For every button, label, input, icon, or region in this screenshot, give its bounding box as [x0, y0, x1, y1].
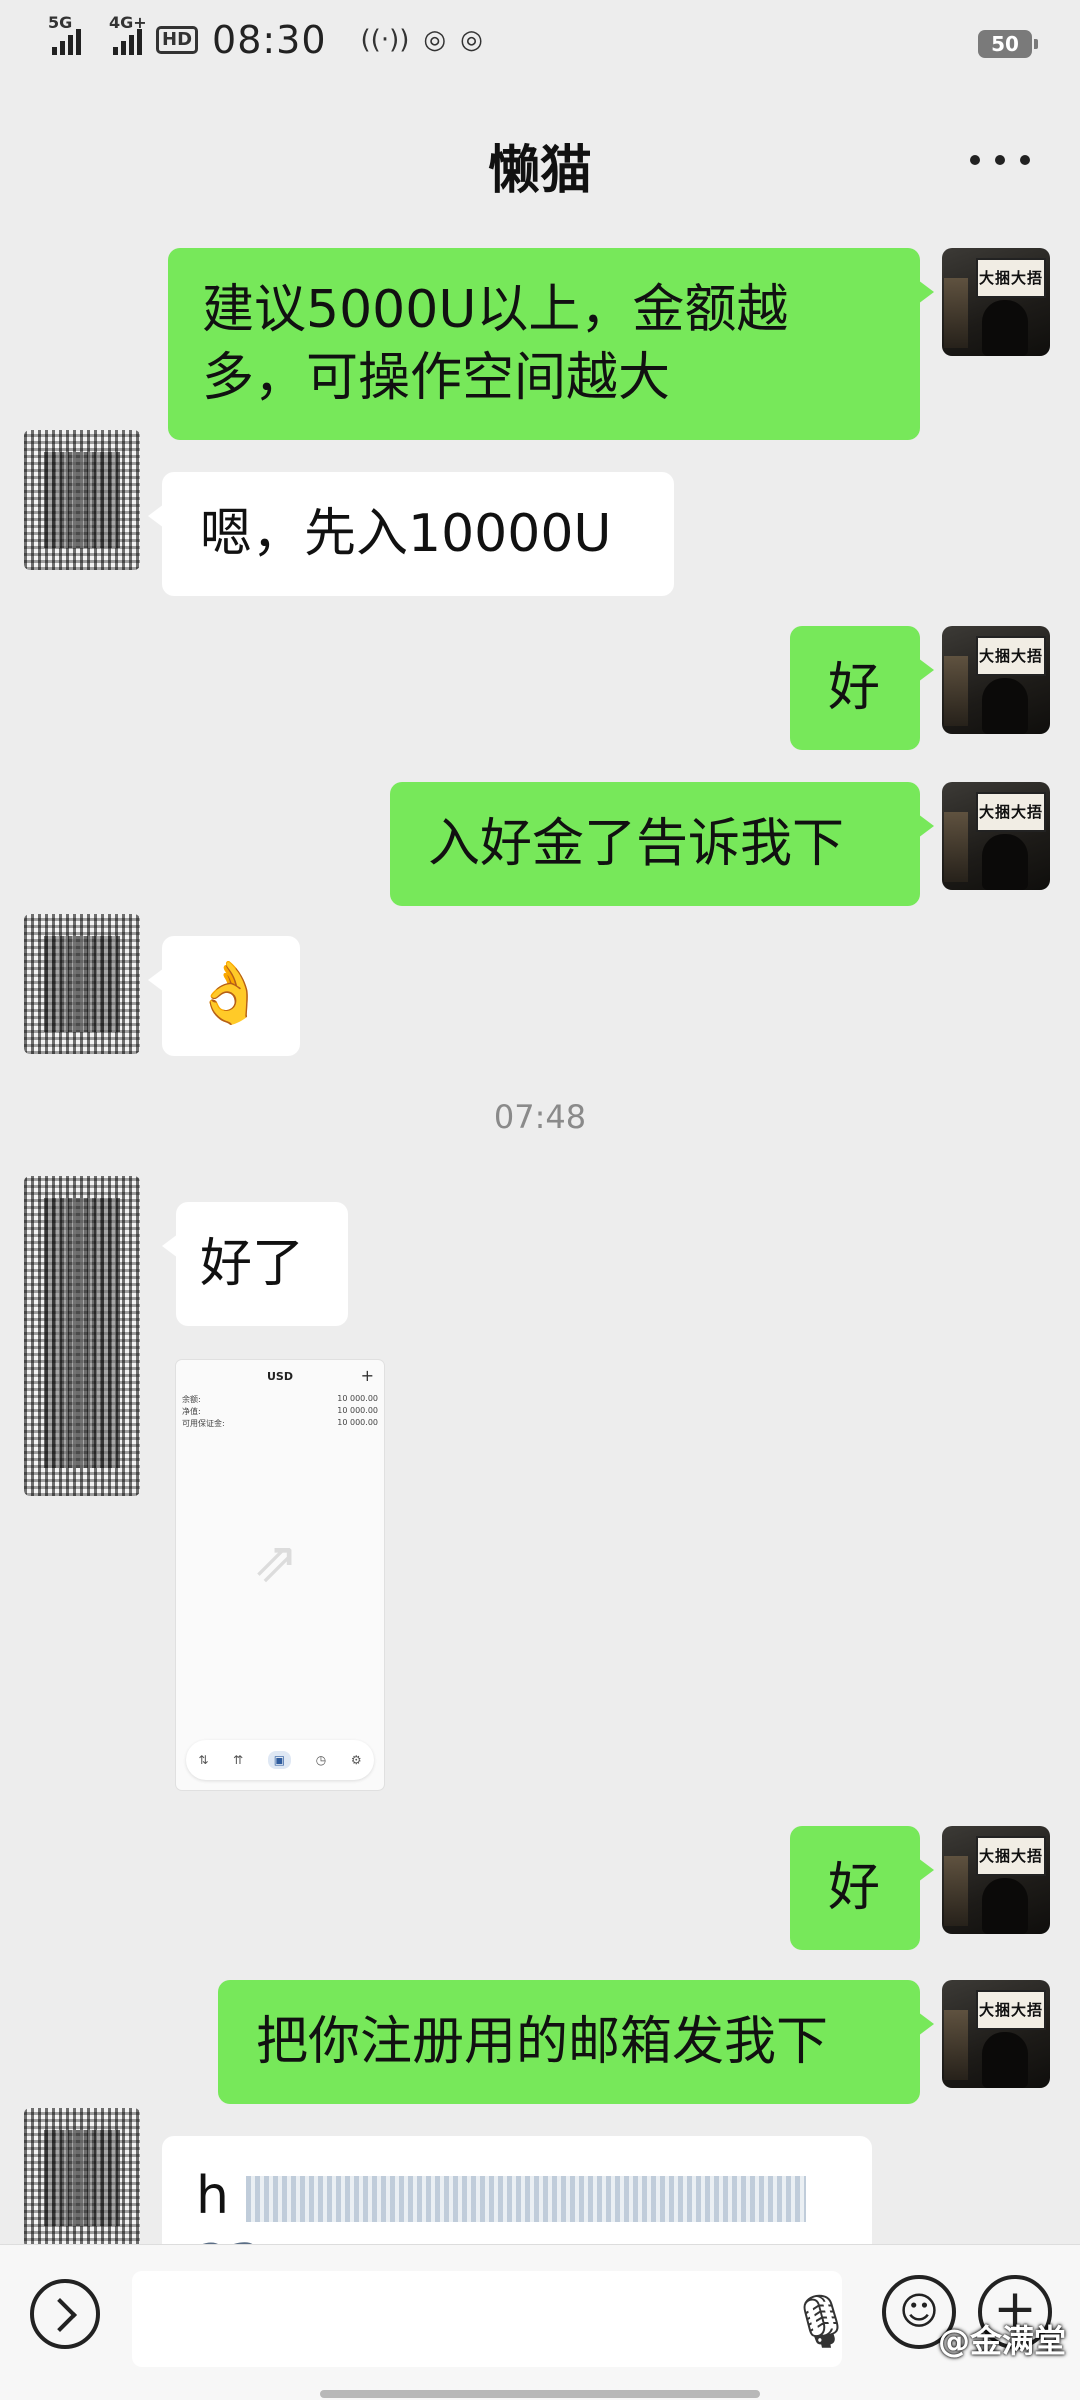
mic-icon[interactable]: 🎙 — [788, 2291, 854, 2352]
thumb-nav-icon: ◷ — [315, 1753, 327, 1767]
message-text: 好 — [828, 1858, 881, 1918]
chat-title: 懒猫 — [487, 141, 592, 201]
thumb-nav-icon: ⚙ — [350, 1753, 362, 1767]
thumb-row: 余额: 10 000.00 — [182, 1394, 378, 1404]
timestamp: 07:48 — [493, 1098, 587, 1136]
weibo-icon: ◎ — [423, 25, 447, 55]
avatar[interactable]: 大捆大捂 — [942, 626, 1050, 734]
avatar[interactable] — [24, 1176, 140, 1496]
message-bubble-in[interactable]: h 23 — [162, 2136, 872, 2244]
thumb-nav-icon: ⇅ — [198, 1753, 209, 1767]
avatar[interactable] — [24, 2108, 140, 2248]
avatar-banner-text: 大捆大捂 — [976, 1836, 1046, 1876]
hd-icon: HD — [156, 26, 199, 54]
watermark: @金满堂 — [937, 2322, 1066, 2360]
message-text: 好 — [828, 658, 881, 718]
thumb-nav-icon: ▣ — [267, 1751, 292, 1769]
ok-hand-emoji: 👌 — [192, 958, 267, 1028]
battery-icon: 50 — [978, 30, 1038, 58]
status-time: 08:30 — [212, 18, 327, 62]
message-text: 好了 — [200, 1234, 305, 1294]
message-bubble-in[interactable]: 好了 — [162, 1202, 348, 1326]
thumb-row: 净值: 10 000.00 — [182, 1406, 378, 1416]
nfc-icon: ((·)) — [360, 25, 410, 55]
message-bubble-out[interactable]: 建议5000U以上，金额越 多，可操作空间越大 — [168, 248, 934, 440]
home-indicator[interactable] — [320, 2390, 760, 2398]
message-text: 嗯，先入10000U — [200, 504, 612, 564]
chat-header: 懒猫 — [0, 100, 1080, 220]
avatar[interactable]: 大捆大捂 — [942, 1826, 1050, 1934]
network-label: 5G — [48, 13, 73, 32]
message-bubble-in[interactable]: 嗯，先入10000U — [148, 472, 674, 596]
chart-icon: ⇗ — [252, 1530, 299, 1595]
plus-icon: + — [360, 1366, 374, 1385]
thumb-nav: ⇅ ⇈ ▣ ◷ ⚙ — [186, 1740, 374, 1780]
avatar-banner-text: 大捆大捂 — [976, 636, 1046, 676]
input-bar: 🎙 ☺ + — [0, 2244, 1080, 2400]
avatar-banner-text: 大捆大捂 — [976, 792, 1046, 832]
message-bubble-out[interactable]: 入好金了告诉我下 — [390, 782, 934, 906]
avatar-banner-text: 大捆大捂 — [976, 1990, 1046, 2030]
message-text: 建议5000U以上，金额越 — [202, 280, 789, 340]
image-message[interactable]: USD + 余额: 10 000.00 净值: 10 000.00 可用保证金: 10… — [176, 1360, 384, 1790]
avatar[interactable]: 大捆大捂 — [942, 248, 1050, 356]
thumb-title: USD — [267, 1370, 293, 1383]
message-bubble-out[interactable]: 好 — [790, 1826, 934, 1950]
message-text: 多，可操作空间越大 — [202, 348, 671, 408]
status-bar: 5G 4G+ HD 08:30 ((·)) ◎ ◎ 50 — [0, 0, 1080, 88]
redacted-text — [245, 2176, 806, 2222]
more-icon[interactable] — [970, 140, 1030, 180]
message-bubble-out[interactable]: 把你注册用的邮箱发我下 — [218, 1980, 934, 2104]
message-bubble-out[interactable]: 好 — [790, 626, 934, 750]
message-text: 入好金了告诉我下 — [428, 814, 845, 874]
message-input[interactable] — [132, 2271, 842, 2367]
message-text: 把你注册用的邮箱发我下 — [256, 2012, 829, 2072]
signal-icon: 5G — [48, 13, 81, 55]
avatar-banner-text: 大捆大捂 — [976, 258, 1046, 298]
avatar[interactable] — [24, 914, 140, 1054]
network-label: 4G+ — [109, 13, 147, 32]
weibo-icon: ◎ — [460, 25, 483, 55]
signal-icon: 4G+ — [109, 13, 147, 55]
voice-icon[interactable] — [30, 2279, 100, 2349]
message-text: 23 — [196, 2234, 262, 2244]
message-text: h — [196, 2166, 229, 2226]
avatar[interactable] — [24, 430, 140, 570]
avatar[interactable]: 大捆大捂 — [942, 1980, 1050, 2088]
message-bubble-in[interactable]: 👌 — [148, 936, 300, 1056]
thumb-nav-icon: ⇈ — [233, 1753, 244, 1767]
avatar[interactable]: 大捆大捂 — [942, 782, 1050, 890]
thumb-row: 可用保证金: 10 000.00 — [182, 1418, 378, 1428]
